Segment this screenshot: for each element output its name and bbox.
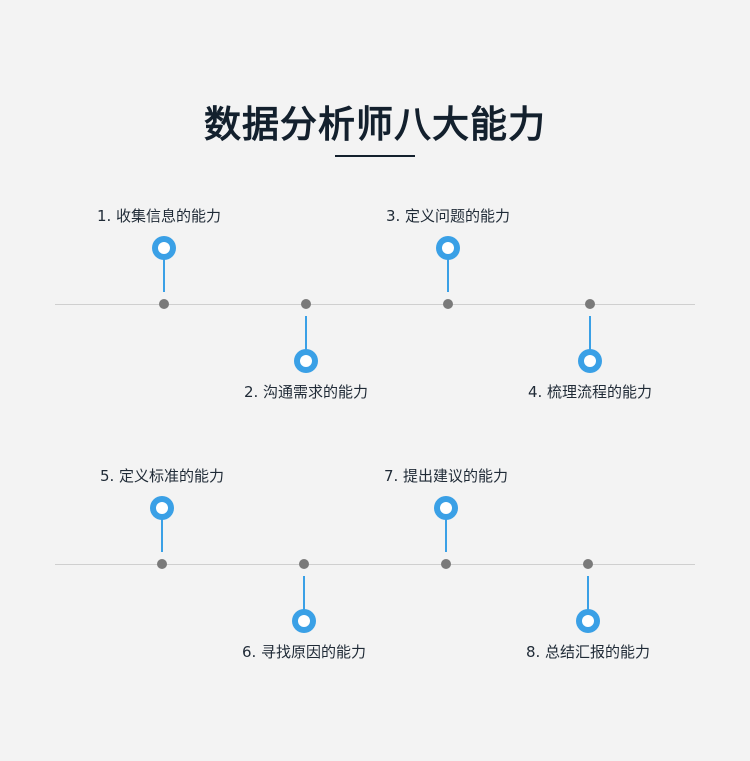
capability-label-8: 8. 总结汇报的能力 <box>525 643 651 661</box>
timeline-dot-icon <box>157 559 167 569</box>
diagram-page: 数据分析师八大能力 1. 收集信息的能力 2. 沟通需求的能力 3. 定义问题的… <box>0 0 750 761</box>
location-pin-icon <box>292 609 316 633</box>
capability-label-5: 5. 定义标准的能力 <box>99 467 225 485</box>
capability-label-6: 6. 寻找原因的能力 <box>241 643 367 661</box>
timeline-dot-icon <box>301 299 311 309</box>
title-underline <box>335 155 415 157</box>
location-pin-icon <box>294 349 318 373</box>
pin-stem <box>445 518 447 552</box>
timeline-dot-icon <box>159 299 169 309</box>
location-pin-icon <box>434 496 458 520</box>
pin-stem <box>161 518 163 552</box>
timeline-dot-icon <box>443 299 453 309</box>
capability-label-1: 1. 收集信息的能力 <box>96 207 222 225</box>
timeline-row-1 <box>55 304 695 305</box>
timeline-dot-icon <box>299 559 309 569</box>
pin-stem <box>303 576 305 610</box>
location-pin-icon <box>436 236 460 260</box>
location-pin-icon <box>578 349 602 373</box>
location-pin-icon <box>152 236 176 260</box>
capability-label-3: 3. 定义问题的能力 <box>385 207 511 225</box>
timeline-row-2 <box>55 564 695 565</box>
page-title: 数据分析师八大能力 <box>204 103 546 146</box>
pin-stem <box>587 576 589 610</box>
capability-label-4: 4. 梳理流程的能力 <box>527 383 653 401</box>
pin-stem <box>163 258 165 292</box>
timeline-dot-icon <box>585 299 595 309</box>
location-pin-icon <box>576 609 600 633</box>
pin-stem <box>447 258 449 292</box>
pin-stem <box>589 316 591 350</box>
pin-stem <box>305 316 307 350</box>
capability-label-7: 7. 提出建议的能力 <box>383 467 509 485</box>
location-pin-icon <box>150 496 174 520</box>
timeline-dot-icon <box>583 559 593 569</box>
timeline-dot-icon <box>441 559 451 569</box>
capability-label-2: 2. 沟通需求的能力 <box>243 383 369 401</box>
